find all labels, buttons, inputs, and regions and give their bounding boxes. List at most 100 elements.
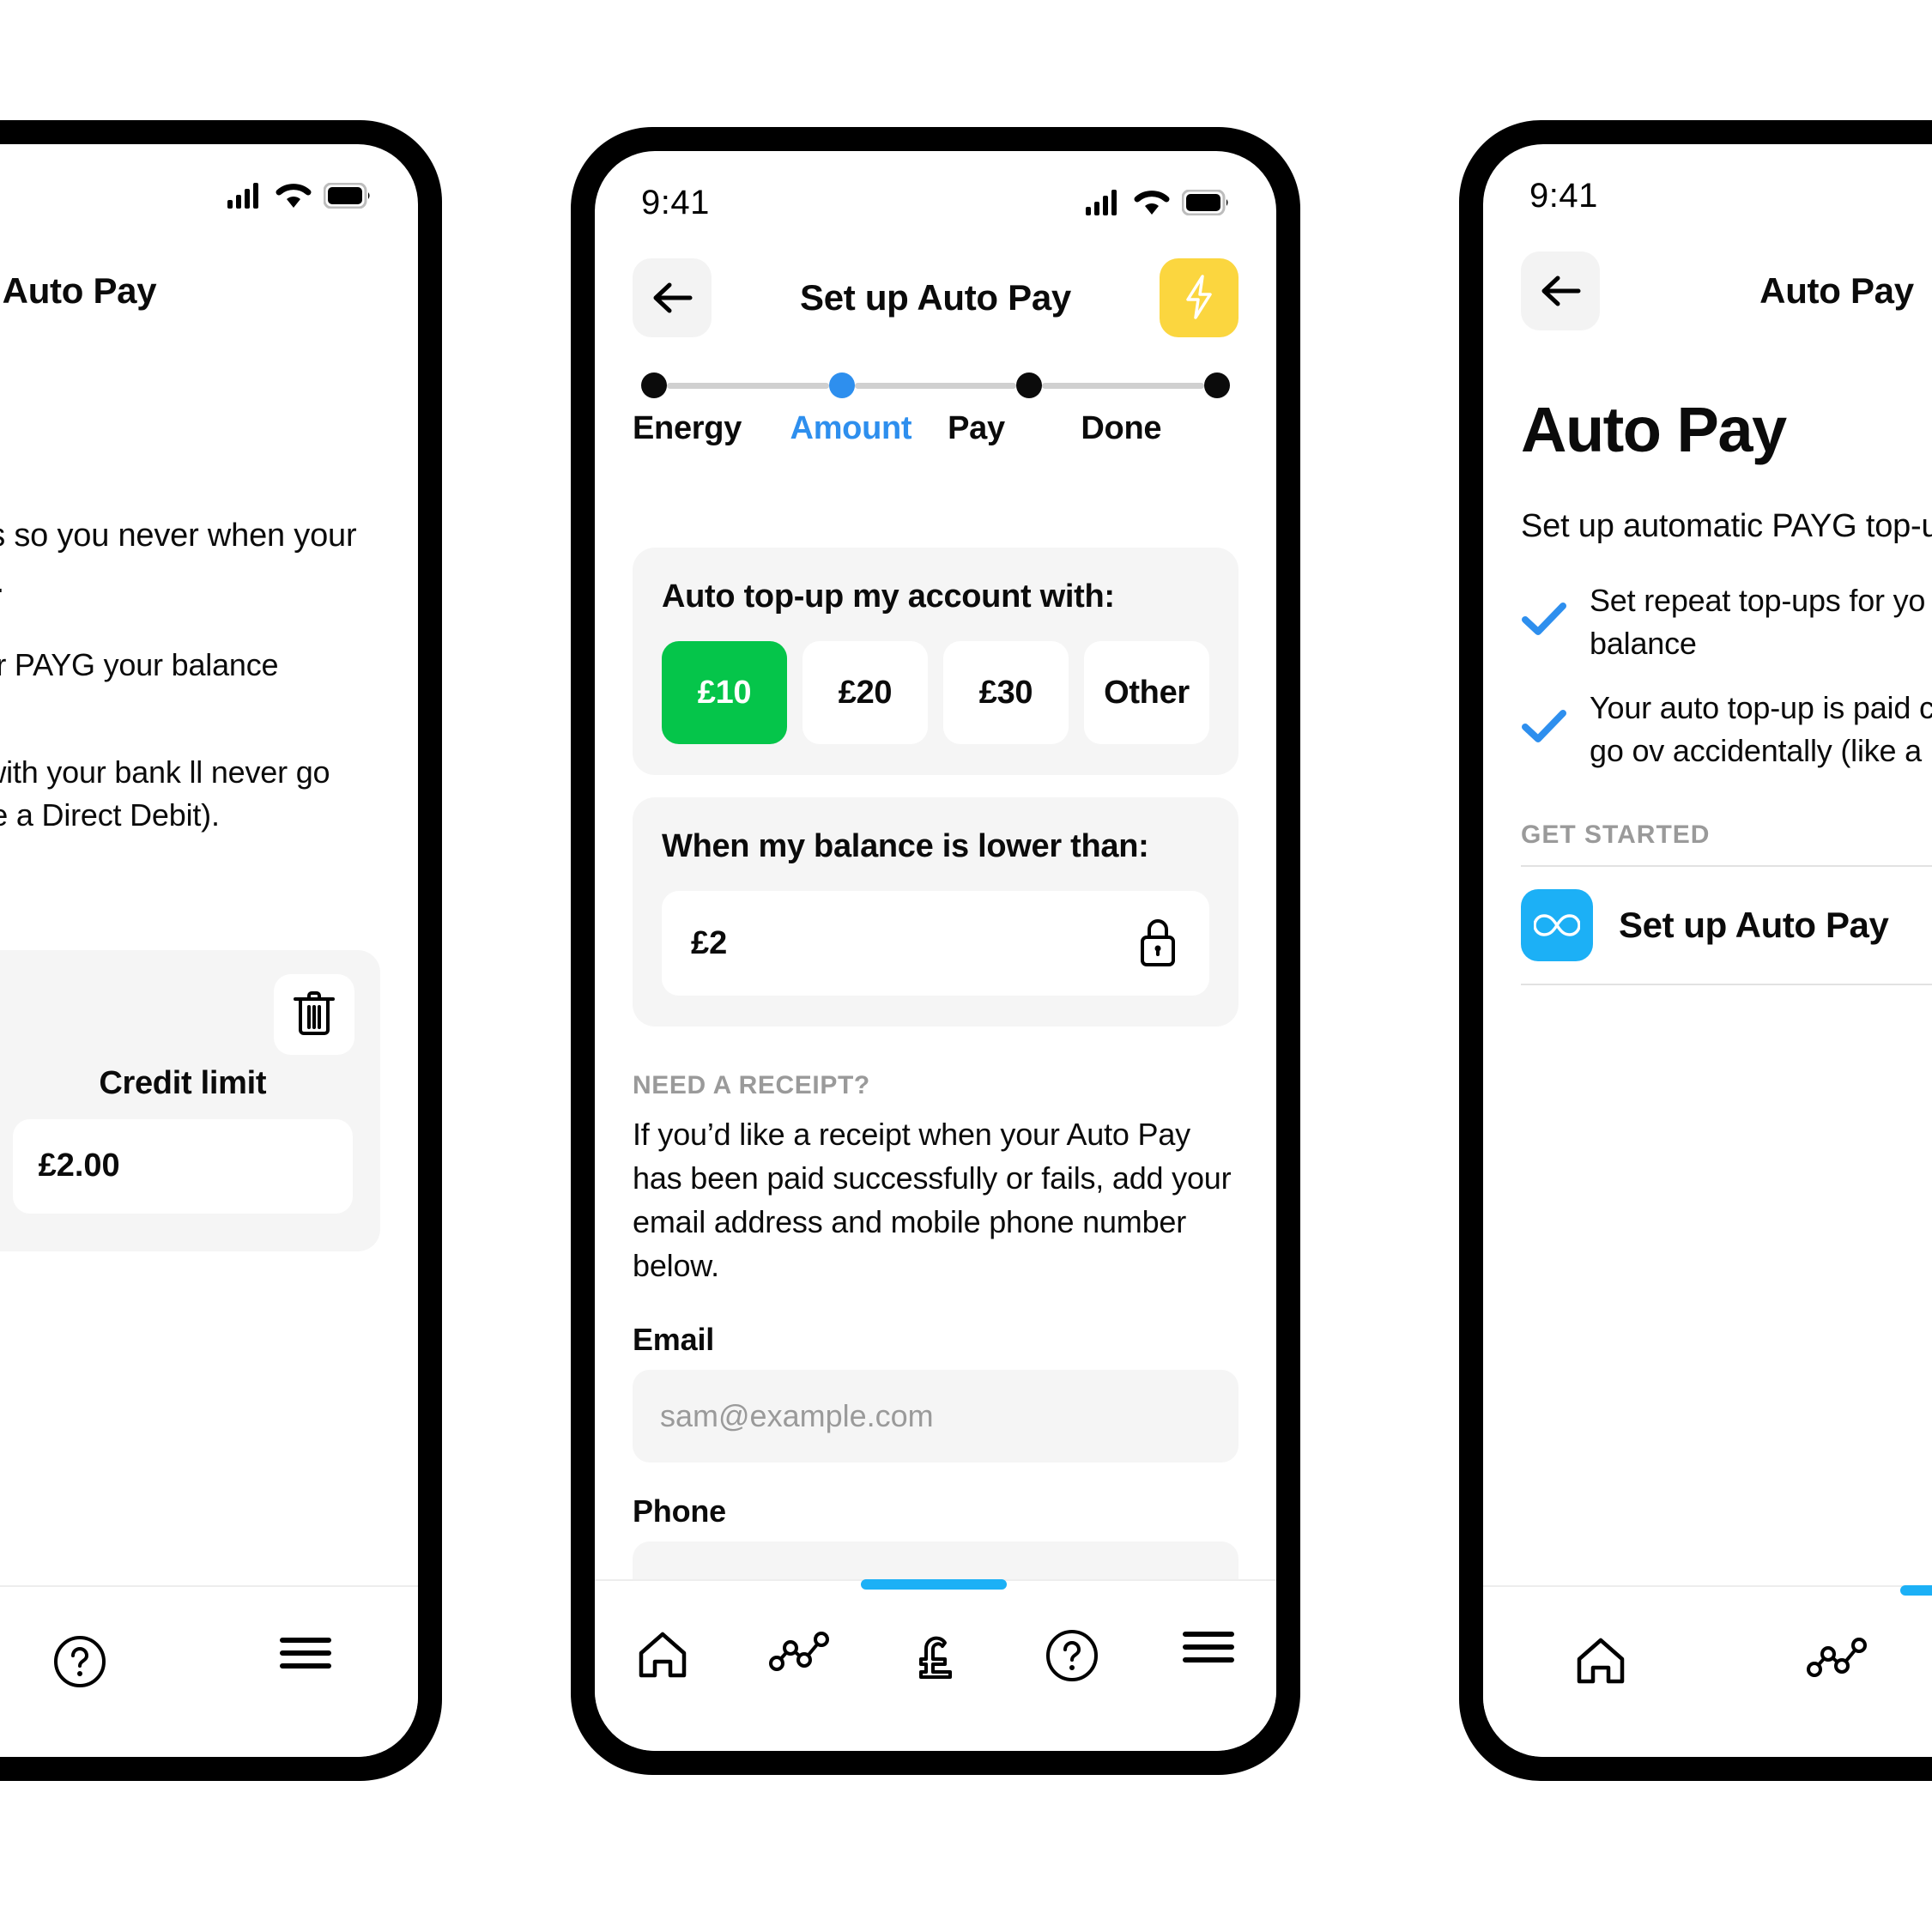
step-dot-amount[interactable]: [828, 372, 855, 398]
status-icons-middle: [1086, 189, 1230, 216]
email-label: Email: [633, 1322, 715, 1358]
tab-home[interactable]: [1483, 1635, 1719, 1691]
benefit-list-right: Set repeat top-ups for yo meter when you…: [1521, 579, 1932, 772]
question-circle-icon: [53, 1635, 106, 1693]
credit-limit-label: Credit limit: [99, 1064, 267, 1101]
cellular-signal-icon: [227, 183, 263, 209]
content-middle: Auto top-up my account with: £10 £20 £30…: [633, 548, 1239, 1579]
receipt-body: If you’d like a receipt when your Auto P…: [633, 1117, 1232, 1284]
pound-icon: [912, 1629, 959, 1688]
tab-help[interactable]: [0, 1635, 192, 1693]
hamburger-icon: [1182, 1629, 1235, 1669]
list-item: op-ups for your PAYG your balance reache…: [0, 644, 380, 729]
tab-usage[interactable]: [731, 1629, 868, 1678]
tab-home[interactable]: [595, 1629, 731, 1685]
credit-limit-card: . Credit limit £2.00: [0, 949, 380, 1251]
phone-mockup-left: Auto Pay c PAYG top-ups so you never whe…: [0, 120, 442, 1781]
home-icon: [636, 1629, 689, 1685]
amount-card: Auto top-up my account with: £10 £20 £30…: [633, 548, 1239, 775]
back-button[interactable]: [633, 258, 712, 337]
infinity-icon: [1521, 888, 1593, 961]
amount-card-title: Auto top-up my account with:: [662, 578, 1115, 615]
threshold-card: When my balance is lower than: £2: [633, 797, 1239, 1027]
phone-field-group: Phone: [633, 1493, 1239, 1579]
status-bar-middle: 9:41: [595, 151, 1276, 233]
list-item: Set repeat top-ups for yo meter when you…: [1521, 579, 1932, 664]
lock-icon: [1136, 915, 1180, 972]
tab-menu[interactable]: [192, 1635, 418, 1675]
stepper-segment: [1042, 382, 1205, 389]
tab-usage[interactable]: [1719, 1635, 1932, 1684]
stepper-segment: [854, 382, 1017, 389]
threshold-card-title: When my balance is lower than:: [662, 828, 1149, 864]
nav-title-left: Auto Pay: [2, 270, 157, 311]
amount-option-10[interactable]: £10: [662, 641, 787, 744]
phone-screen-right: 9:41 Auto Pay Auto Pay Set up automatic …: [1483, 144, 1932, 1757]
amount-option-30[interactable]: £30: [943, 641, 1069, 744]
receipt-eyebrow: NEED A RECEIPT?: [633, 1071, 870, 1099]
screenshot-canvas: Auto Pay c PAYG top-ups so you never whe…: [0, 0, 1932, 1932]
phone-screen-middle: 9:41 Set up Auto Pay Energy Amount Pay D…: [595, 151, 1276, 1751]
step-label-pay: Pay: [948, 410, 1005, 446]
phone-screen-left: Auto Pay c PAYG top-ups so you never whe…: [0, 144, 418, 1757]
credit-limit-value: £2.00: [12, 1118, 353, 1214]
lead-paragraph-right: Set up automatic PAYG top-u forget to to…: [1521, 504, 1932, 550]
step-label-energy: Energy: [633, 410, 742, 446]
question-circle-icon: [1045, 1629, 1099, 1687]
receipt-section: NEED A RECEIPT? If you’d like a receipt …: [633, 1071, 1239, 1579]
delete-button[interactable]: [274, 973, 354, 1055]
get-started-section: GET STARTED Set up Auto Pay: [1521, 821, 1932, 985]
status-bar-left: [0, 144, 418, 227]
status-bar-right: 9:41: [1483, 144, 1932, 227]
tab-help[interactable]: [1003, 1629, 1140, 1687]
check-icon: [1521, 601, 1567, 643]
email-field-group: Email: [633, 1322, 1239, 1463]
step-dot-energy[interactable]: [641, 372, 667, 398]
tab-bar-middle: [595, 1579, 1276, 1751]
progress-stepper: Energy Amount Pay Done: [633, 372, 1239, 447]
step-dot-pay[interactable]: [1016, 372, 1043, 398]
status-icons-left: [227, 182, 372, 209]
step-label-amount: Amount: [790, 410, 912, 446]
phone-input[interactable]: [633, 1541, 1239, 1579]
page-title: Auto Pay: [1521, 394, 1787, 465]
bullet-text: op-ups for your PAYG your balance reache…: [0, 646, 279, 682]
back-button[interactable]: [1521, 251, 1600, 330]
step-dot-done[interactable]: [1204, 372, 1231, 398]
phone-label: Phone: [633, 1493, 727, 1529]
status-time-middle: 9:41: [641, 183, 710, 221]
amount-option-20[interactable]: £20: [802, 641, 928, 744]
tab-bar-left: [0, 1585, 418, 1757]
nav-title-right: Auto Pay: [1759, 270, 1914, 311]
list-item: Your auto top-up is paid card, so you’ll…: [1521, 687, 1932, 772]
nav-bar-right: Auto Pay: [1483, 227, 1932, 355]
content-left: c PAYG top-ups so you never when your ba…: [0, 513, 380, 1251]
check-icon: [1521, 708, 1567, 750]
credit-limit-col: Credit limit £2.00: [12, 1064, 353, 1214]
list-item-set-up-auto-pay[interactable]: Set up Auto Pay: [1521, 867, 1932, 984]
amount-option-other[interactable]: Other: [1084, 641, 1209, 744]
tab-menu[interactable]: [1140, 1629, 1276, 1669]
stepper-labels: Energy Amount Pay Done: [633, 410, 1239, 447]
arrow-left-icon: [1539, 275, 1582, 307]
wifi-icon: [1134, 189, 1170, 216]
stepper-segment: [667, 382, 829, 389]
nav-bar-middle: Set up Auto Pay: [595, 233, 1276, 362]
trend-chart-icon: [1806, 1635, 1868, 1684]
active-tab-indicator: [1900, 1585, 1932, 1596]
battery-icon: [324, 183, 372, 209]
bullet-text: op-up is paid with your bank ll never go…: [0, 754, 330, 833]
lead-paragraph-left: c PAYG top-ups so you never when your ba…: [0, 518, 357, 600]
phone-mockup-middle: 9:41 Set up Auto Pay Energy Amount Pay D…: [571, 127, 1300, 1775]
tab-bar-right: [1483, 1585, 1932, 1757]
section-label: GET STARTED: [1521, 820, 1711, 849]
boost-button[interactable]: [1160, 258, 1239, 337]
email-input[interactable]: [633, 1370, 1239, 1463]
threshold-value: £2: [691, 924, 728, 961]
home-icon: [1574, 1635, 1627, 1691]
list-item-label: Set up Auto Pay: [1619, 904, 1889, 945]
nav-bar-left: Auto Pay: [0, 227, 418, 355]
wifi-icon: [276, 182, 312, 209]
tab-pound[interactable]: [868, 1629, 1004, 1688]
list-item: op-up is paid with your bank ll never go…: [0, 751, 380, 836]
